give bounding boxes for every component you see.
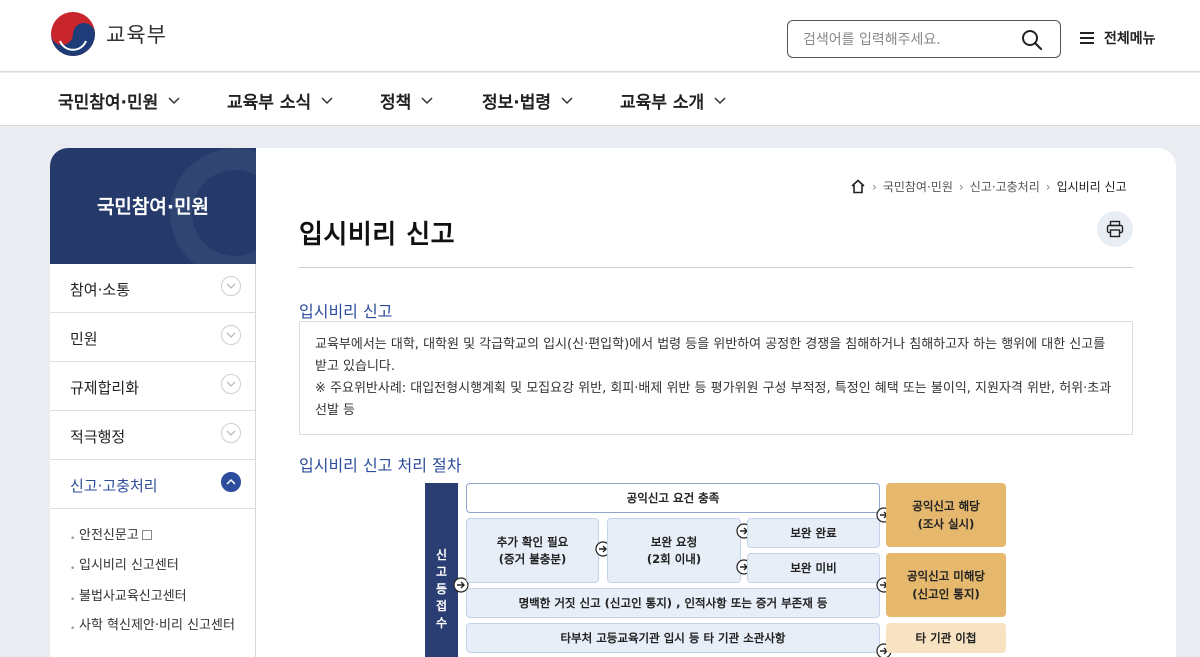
all-menu-label: 전체메뉴 — [1104, 31, 1156, 47]
bullet-icon: • — [70, 564, 76, 574]
diagram-supplement-request: 보완 요청 (2회 이내) — [607, 518, 741, 583]
taegeuk-emblem-icon — [51, 12, 95, 57]
sidebar-item-label: 규제합리화 — [70, 379, 140, 397]
gnb-item-participation[interactable]: 국민참여·민원 — [58, 88, 180, 113]
receive-char: 접 — [435, 599, 448, 613]
sub-item-safety-report[interactable]: • 안전신문고 — [70, 526, 240, 546]
sub-item-label: 입시비리 신고센터 — [79, 558, 179, 573]
sub-item-label: 사학 혁신제안·비리 신고센터 — [79, 618, 235, 633]
receive-char: 신 — [435, 548, 448, 562]
sidebar-item-civil-petition[interactable]: 민원 — [50, 313, 256, 362]
sidebar-title: 국민참여·민원 — [96, 196, 210, 218]
sidebar: 국민참여·민원 참여·소통 민원 규제합리화 적극행정 신고·고충처리 • 안전… — [50, 148, 256, 657]
info-text: 교육부에서는 대학, 대학원 및 각급학교의 입시(신·편입학)에서 법령 등을… — [315, 337, 1106, 374]
diagram-need-check: 추가 확인 필요 (증거 불충분) — [466, 518, 599, 583]
sidebar-item-label: 민원 — [70, 330, 98, 348]
receive-char: 수 — [435, 616, 448, 630]
gnb-item-label: 정보·법령 — [482, 93, 552, 113]
section-title: 입시비리 신고 — [299, 302, 393, 321]
diagram-requirement-met: 공익신고 요건 충족 — [466, 483, 880, 513]
chevron-down-icon — [168, 96, 180, 104]
chevron-down-icon[interactable] — [221, 325, 241, 345]
site-logo[interactable]: 교육부 — [50, 11, 167, 57]
sidebar-item-regulation[interactable]: 규제합리화 — [50, 362, 256, 411]
sub-item-label: 불법사교육신고센터 — [79, 589, 187, 604]
chevron-down-icon[interactable] — [221, 276, 241, 296]
breadcrumb-separator: › — [1045, 179, 1051, 194]
breadcrumb-current: 입시비리 신고 — [1056, 180, 1127, 194]
all-menu-button[interactable]: 전체메뉴 — [1080, 28, 1156, 48]
bullet-icon: • — [70, 624, 76, 634]
gnb-item-about[interactable]: 교육부 소개 — [620, 88, 726, 113]
chevron-down-icon — [321, 96, 333, 104]
gnb-item-label: 교육부 소식 — [227, 93, 312, 113]
diagram-result-not-public-interest: 공익신고 미해당 (신고인 통지) — [886, 553, 1006, 617]
gnb-item-label: 정책 — [380, 93, 412, 113]
gnb-item-policy[interactable]: 정책 — [380, 88, 433, 113]
hamburger-icon — [1080, 32, 1094, 44]
sub-item-private-school-report[interactable]: • 사학 혁신제안·비리 신고센터 — [70, 616, 240, 636]
gnb-item-label: 교육부 소개 — [620, 93, 705, 113]
diagram-supplement-done: 보완 완료 — [747, 518, 880, 548]
page-title: 입시비리 신고 — [299, 220, 456, 250]
sidebar-item-active-admin[interactable]: 적극행정 — [50, 411, 256, 460]
process-diagram: 신 고 등 접 수 공익신고 요건 충족 추가 확인 필요 (증거 불충분) 보완… — [425, 483, 1007, 657]
chevron-down-icon — [421, 96, 433, 104]
diagram-result-public-interest: 공익신고 해당 (조사 실시) — [886, 483, 1006, 547]
diagram-supplement-insufficient: 보완 미비 — [747, 553, 880, 583]
print-button[interactable] — [1097, 211, 1133, 247]
diagram-false-report: 명백한 거짓 신고 (신고인 통지) , 인적사항 또는 증거 부존재 등 — [466, 588, 880, 618]
info-box: 교육부에서는 대학, 대학원 및 각급학교의 입시(신·편입학)에서 법령 등을… — [299, 321, 1133, 435]
chevron-up-icon[interactable] — [221, 472, 241, 492]
chevron-down-icon[interactable] — [221, 374, 241, 394]
diagram-result-transfer: 타 기관 이첩 — [886, 623, 1006, 653]
search-input[interactable] — [803, 29, 1013, 51]
home-icon[interactable] — [850, 179, 866, 194]
gnb-item-info-law[interactable]: 정보·법령 — [482, 88, 573, 113]
sub-item-admission-report[interactable]: • 입시비리 신고센터 — [70, 556, 240, 576]
sub-item-label: 안전신문고 — [79, 526, 152, 546]
breadcrumb-item[interactable]: 국민참여·민원 — [883, 178, 953, 195]
breadcrumb-separator: › — [872, 179, 877, 194]
info-examples: ※ 주요위반사례: 대입전형시행계획 및 모집요강 위반, 회피·배제 위반 등… — [315, 381, 1112, 418]
printer-icon — [1106, 220, 1124, 238]
breadcrumb-separator: › — [958, 179, 964, 194]
search-box — [787, 20, 1061, 58]
sidebar-item-participation[interactable]: 참여·소통 — [50, 264, 256, 313]
breadcrumb-item[interactable]: 신고·고충처리 — [970, 178, 1040, 195]
chevron-down-icon — [561, 96, 573, 104]
bullet-icon: • — [70, 595, 76, 605]
diagram-receive-box: 신 고 등 접 수 — [425, 483, 458, 657]
external-link-icon — [141, 530, 152, 540]
main-navigation: 국민참여·민원 교육부 소식 정책 정보·법령 교육부 소개 — [0, 73, 1200, 126]
sidebar-item-report[interactable]: 신고·고충처리 — [50, 460, 256, 509]
section-title: 입시비리 신고 처리 절차 — [299, 456, 462, 475]
title-divider — [299, 267, 1133, 268]
chevron-down-icon — [714, 96, 726, 104]
gnb-item-news[interactable]: 교육부 소식 — [227, 88, 333, 113]
search-icon[interactable] — [1020, 28, 1044, 52]
sidebar-item-label: 참여·소통 — [70, 281, 130, 299]
sidebar-header: 국민참여·민원 — [50, 148, 256, 264]
diagram-other-agency: 타부처 고등교육기관 입시 등 타 기관 소관사항 — [466, 623, 880, 653]
content-card: 국민참여·민원 참여·소통 민원 규제합리화 적극행정 신고·고충처리 • 안전… — [50, 148, 1176, 657]
logo-text: 교육부 — [106, 23, 167, 47]
bullet-icon: • — [70, 534, 76, 544]
site-header: 교육부 전체메뉴 — [0, 0, 1200, 72]
sidebar-item-label: 신고·고충처리 — [70, 477, 158, 495]
gnb-item-label: 국민참여·민원 — [58, 93, 159, 113]
breadcrumb: › 국민참여·민원 › 신고·고충처리 › 입시비리 신고 — [850, 178, 1127, 195]
sidebar-item-label: 적극행정 — [70, 428, 126, 446]
sub-item-private-edu-report[interactable]: • 불법사교육신고센터 — [70, 587, 240, 607]
chevron-down-icon[interactable] — [221, 423, 241, 443]
